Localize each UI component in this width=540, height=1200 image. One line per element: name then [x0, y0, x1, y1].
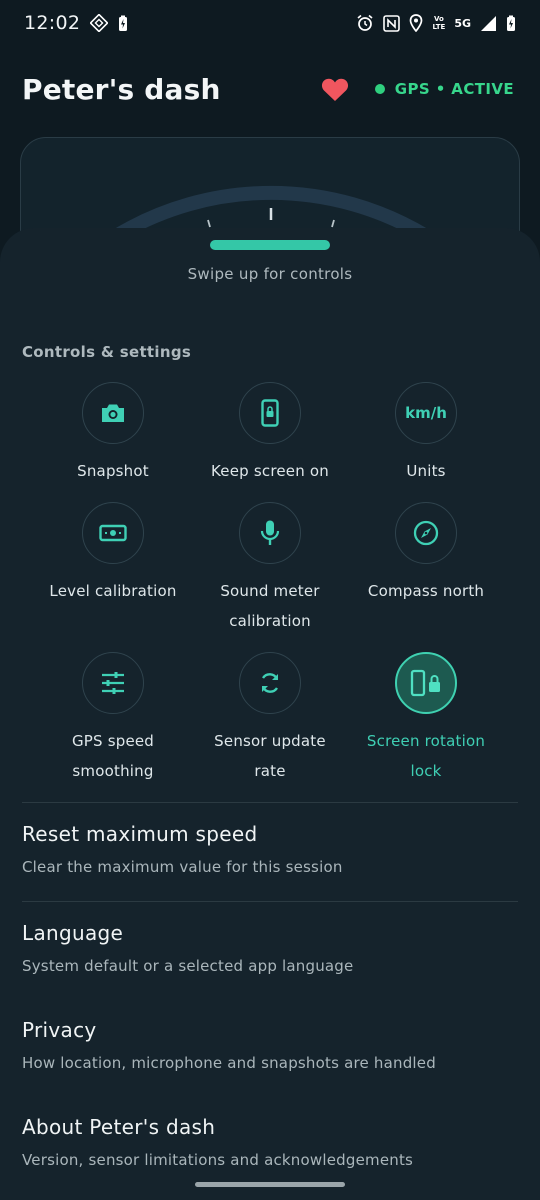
- privacy-subtitle: How location, microphone and snapshots a…: [22, 1054, 436, 1072]
- reset-max-speed-row[interactable]: Reset maximum speed Clear the maximum va…: [22, 822, 518, 876]
- tile-screen-rotation-lock-label: Screen rotation lock: [348, 726, 504, 786]
- tile-screen-rotation-lock-label-line2: lock: [410, 762, 442, 780]
- gps-status-label: GPS • ACTIVE: [394, 80, 514, 98]
- tile-snapshot-label: Snapshot: [77, 462, 149, 480]
- units-icon: km/h: [405, 404, 447, 422]
- section-title: Controls & settings: [22, 343, 192, 361]
- battery-saver-icon: [118, 15, 128, 32]
- volte-icon: Vo LTE: [432, 15, 445, 31]
- tile-level-calibration[interactable]: Level calibration: [35, 502, 191, 606]
- tile-sound-meter-calibration-label-line1: Sound meter: [220, 582, 320, 600]
- tile-compass-north[interactable]: Compass north: [348, 502, 504, 606]
- heart-icon[interactable]: [321, 77, 349, 102]
- refresh-icon: [257, 670, 283, 696]
- tile-gps-speed-smoothing-label-line1: GPS speed: [71, 732, 155, 750]
- compass-icon: [413, 520, 439, 546]
- reset-max-speed-title: Reset maximum speed: [22, 822, 258, 846]
- controls-sheet[interactable]: Swipe up for controls Controls & setting…: [0, 228, 540, 1200]
- language-title: Language: [22, 921, 124, 945]
- tile-sound-meter-calibration-label: Sound meter calibration: [192, 576, 348, 636]
- tile-units-button[interactable]: km/h: [395, 382, 457, 444]
- volte-bottom-label: LTE: [432, 23, 446, 31]
- tile-keep-screen-on-button[interactable]: [239, 382, 301, 444]
- page-title: Peter's dash: [22, 72, 221, 106]
- network-type: 5G: [454, 16, 471, 30]
- about-subtitle: Version, sensor limitations and acknowle…: [22, 1151, 414, 1169]
- tile-sound-meter-calibration[interactable]: Sound meter calibration: [192, 502, 348, 636]
- tile-sensor-update-rate-button[interactable]: [239, 652, 301, 714]
- about-row[interactable]: About Peter's dash Version, sensor limit…: [22, 1115, 518, 1169]
- gps-status-badge: GPS • ACTIVE: [374, 80, 514, 98]
- phone-lock-icon: [261, 399, 279, 427]
- tile-screen-rotation-lock-button[interactable]: [395, 652, 457, 714]
- nfc-icon: [383, 14, 401, 32]
- tile-level-calibration-button[interactable]: [82, 502, 144, 564]
- volte-top-label: Vo: [433, 15, 444, 23]
- level-icon: [99, 524, 127, 542]
- location-icon: [409, 14, 423, 32]
- swipe-hint: Swipe up for controls: [187, 265, 353, 283]
- battery-charging-icon: [506, 15, 516, 32]
- status-bar: 12:02 Vo LTE 5G: [0, 0, 540, 46]
- tile-level-calibration-label: Level calibration: [49, 582, 177, 600]
- tile-sensor-update-rate[interactable]: Sensor update rate: [192, 652, 348, 786]
- tile-gps-speed-smoothing-label-line2: smoothing: [72, 762, 154, 780]
- about-title: About Peter's dash: [22, 1115, 216, 1139]
- tile-snapshot-button[interactable]: [82, 382, 144, 444]
- microphone-icon: [259, 519, 281, 547]
- sheet-drag-handle[interactable]: [210, 240, 330, 250]
- divider: [22, 802, 518, 803]
- alarm-icon: [356, 14, 374, 32]
- tile-sensor-update-rate-label-line2: rate: [254, 762, 286, 780]
- tile-keep-screen-on[interactable]: Keep screen on: [192, 382, 348, 486]
- tile-units-label: Units: [406, 462, 446, 480]
- tile-units[interactable]: km/h Units: [348, 382, 504, 486]
- app-header: Peter's dash GPS • ACTIVE: [0, 66, 540, 112]
- tile-screen-rotation-lock-label-line1: Screen rotation: [366, 732, 486, 750]
- tile-sensor-update-rate-label-line1: Sensor update: [214, 732, 326, 750]
- tile-screen-rotation-lock[interactable]: Screen rotation lock: [348, 652, 504, 786]
- tile-sound-meter-calibration-label-line2: calibration: [229, 612, 311, 630]
- divider: [22, 901, 518, 902]
- language-row[interactable]: Language System default or a selected ap…: [22, 921, 518, 975]
- compass-app-icon: [90, 14, 109, 32]
- privacy-title: Privacy: [22, 1018, 97, 1042]
- privacy-row[interactable]: Privacy How location, microphone and sna…: [22, 1018, 518, 1072]
- tile-compass-north-label: Compass north: [367, 582, 485, 600]
- sliders-icon: [100, 671, 126, 695]
- tile-compass-north-button[interactable]: [395, 502, 457, 564]
- gps-status-dot: [374, 84, 385, 94]
- status-time: 12:02: [24, 12, 81, 34]
- tile-gps-speed-smoothing[interactable]: GPS speed smoothing: [35, 652, 191, 786]
- tile-keep-screen-on-label: Keep screen on: [211, 462, 329, 480]
- reset-max-speed-subtitle: Clear the maximum value for this session: [22, 858, 343, 876]
- language-subtitle: System default or a selected app languag…: [22, 957, 354, 975]
- tile-snapshot[interactable]: Snapshot: [35, 382, 191, 486]
- signal-icon: [480, 15, 497, 32]
- rotation-lock-icon: [410, 669, 442, 697]
- tile-sensor-update-rate-label: Sensor update rate: [192, 726, 348, 786]
- tile-gps-speed-smoothing-button[interactable]: [82, 652, 144, 714]
- gesture-nav-handle[interactable]: [195, 1182, 345, 1187]
- tile-sound-meter-calibration-button[interactable]: [239, 502, 301, 564]
- camera-icon: [100, 402, 126, 424]
- tile-gps-speed-smoothing-label: GPS speed smoothing: [35, 726, 191, 786]
